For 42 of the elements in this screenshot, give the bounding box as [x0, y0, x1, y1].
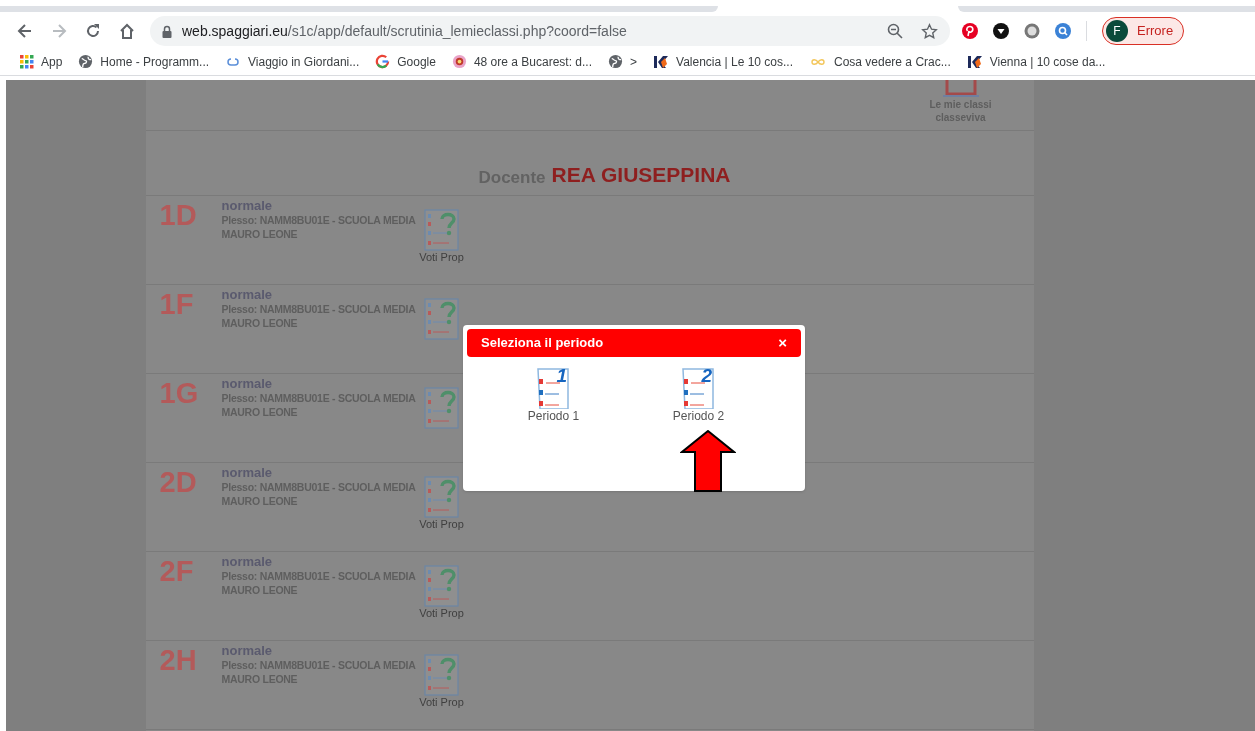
back-icon[interactable]: [16, 22, 34, 40]
bookmark-label: Home - Programm...: [100, 53, 210, 71]
bookmark-label: Cosa vedere a Crac...: [834, 53, 951, 71]
period-option[interactable]: 2 Periodo 2: [653, 365, 744, 423]
profile-button[interactable]: F Errore: [1102, 17, 1185, 45]
reload-icon[interactable]: [84, 22, 102, 40]
bookmark-label: Valencia | Le 10 cos...: [676, 53, 793, 71]
bookmark-label: Viaggio in Giordani...: [248, 53, 360, 71]
bookmark[interactable]: Cosa vedere a Crac...: [803, 49, 957, 74]
zoom-out-icon[interactable]: [887, 23, 903, 39]
period-option[interactable]: 1 Periodo 1: [508, 365, 599, 423]
home-icon[interactable]: [118, 22, 136, 40]
star-icon[interactable]: [921, 22, 938, 40]
bookmark[interactable]: Vienna | 10 cose da...: [960, 49, 1112, 74]
bookmark[interactable]: Viaggio in Giordani...: [219, 49, 366, 74]
bookmark-label: Vienna | 10 cose da...: [989, 53, 1106, 71]
extension-icon[interactable]: [993, 23, 1009, 39]
close-button[interactable]: ×: [778, 331, 787, 355]
teacher-name: REA GIUSEPPINA: [551, 161, 731, 188]
address-bar[interactable]: web.spaggiari.eu/s1c/app/default/scrutinia_lemieclassi.php?coord=false: [150, 16, 950, 46]
dialog-title: Seleziona il periodo: [481, 334, 604, 353]
bookmark[interactable]: Home - Programm...: [72, 49, 216, 74]
flower-icon: [451, 54, 467, 69]
bookmark[interactable]: App: [14, 49, 69, 74]
avatar: F: [1106, 20, 1128, 42]
bookmark-label: 48 ore a Bucarest: d...: [473, 53, 592, 71]
globe-icon: [608, 54, 623, 69]
bookmark[interactable]: 48 ore a Bucarest: d...: [445, 49, 598, 74]
bookmark-label: App: [41, 53, 63, 71]
globe-icon: [78, 54, 94, 69]
bookmark-label: Google: [397, 53, 436, 71]
logo-icon: [653, 53, 670, 70]
bookmark[interactable]: Google: [369, 49, 442, 74]
bookmark[interactable]: >: [602, 49, 644, 74]
google-icon: [375, 54, 391, 69]
lock-icon: [162, 24, 172, 38]
apps-icon: [20, 54, 34, 69]
url-text: web.spaggiari.eu/s1c/app/default/scrutinia_lemieclassi.php?coord=false: [182, 21, 628, 41]
logo-icon: [966, 53, 983, 70]
loop-icon: [225, 55, 242, 68]
bookmark[interactable]: Valencia | Le 10 cos...: [647, 49, 799, 74]
bookmark-label: >: [630, 53, 638, 71]
